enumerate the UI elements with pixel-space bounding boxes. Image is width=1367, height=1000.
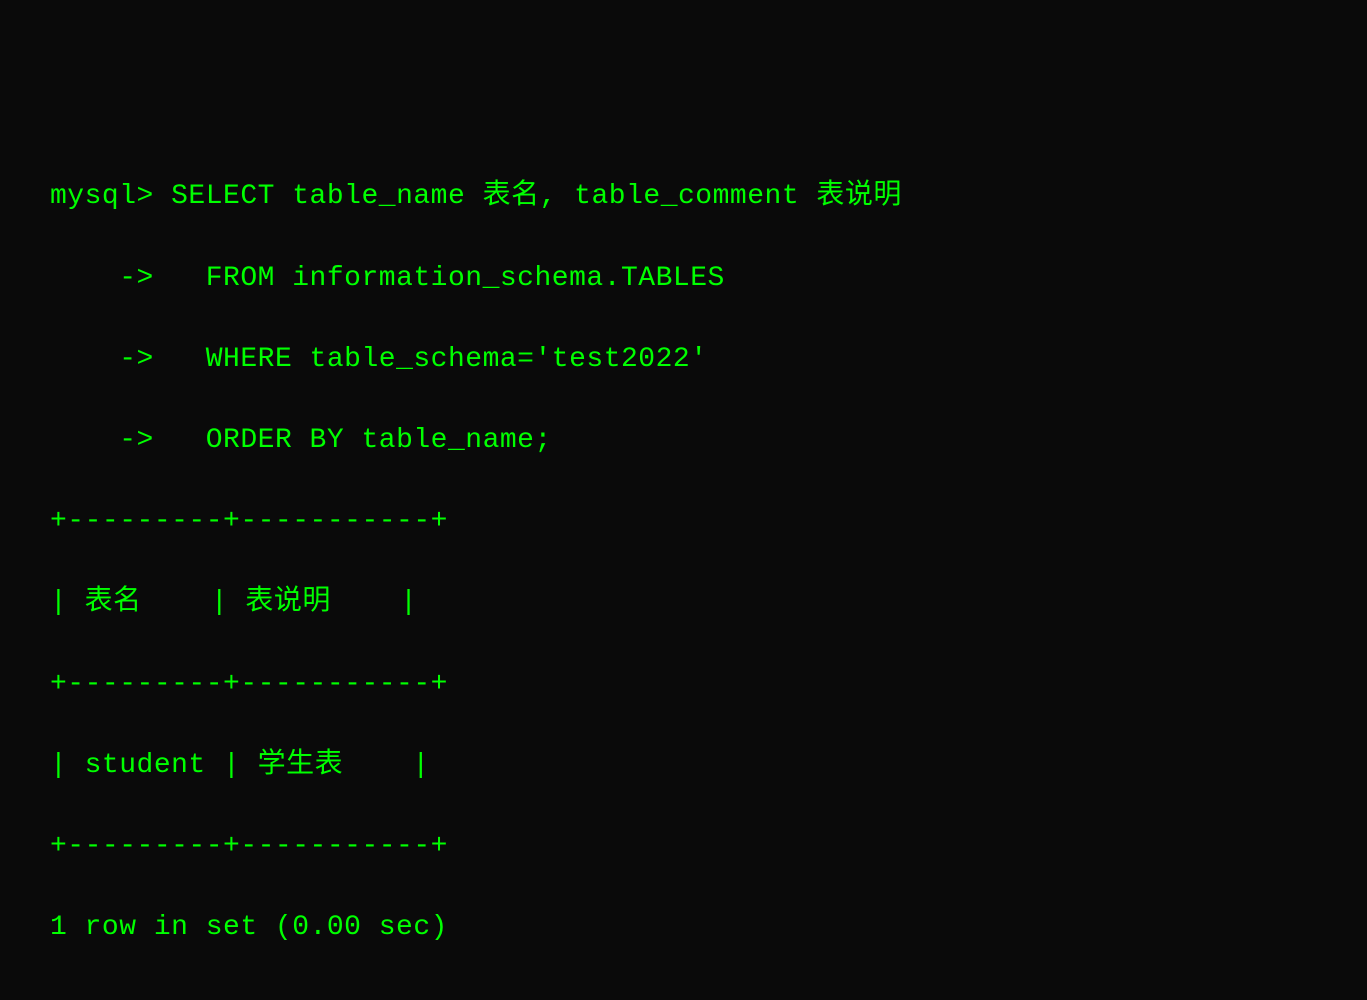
query-line-1: mysql> SELECT table_name 表名, table_comme… [50, 177, 1317, 218]
query-line-4: -> ORDER BY table_name; [50, 421, 1317, 462]
continuation-prompt: -> [50, 344, 154, 375]
query-line-2: -> FROM information_schema.TABLES [50, 259, 1317, 300]
continuation-prompt: -> [50, 263, 154, 294]
sql-order: ORDER BY table_name; [154, 425, 552, 456]
sql-select: SELECT table_name 表名, table_comment 表说明 [154, 181, 902, 212]
table-border-top: +---------+-----------+ [50, 502, 1317, 543]
table-border-mid: +---------+-----------+ [50, 665, 1317, 706]
continuation-prompt: -> [50, 425, 154, 456]
table-row: | student | 学生表 | [50, 746, 1317, 787]
mysql-prompt: mysql> [50, 181, 154, 212]
table-header: | 表名 | 表说明 | [50, 583, 1317, 624]
result-status: 1 row in set (0.00 sec) [50, 908, 1317, 949]
query-line-3: -> WHERE table_schema='test2022' [50, 340, 1317, 381]
sql-from: FROM information_schema.TABLES [154, 263, 725, 294]
sql-where: WHERE table_schema='test2022' [154, 344, 708, 375]
table-border-bot: +---------+-----------+ [50, 827, 1317, 868]
